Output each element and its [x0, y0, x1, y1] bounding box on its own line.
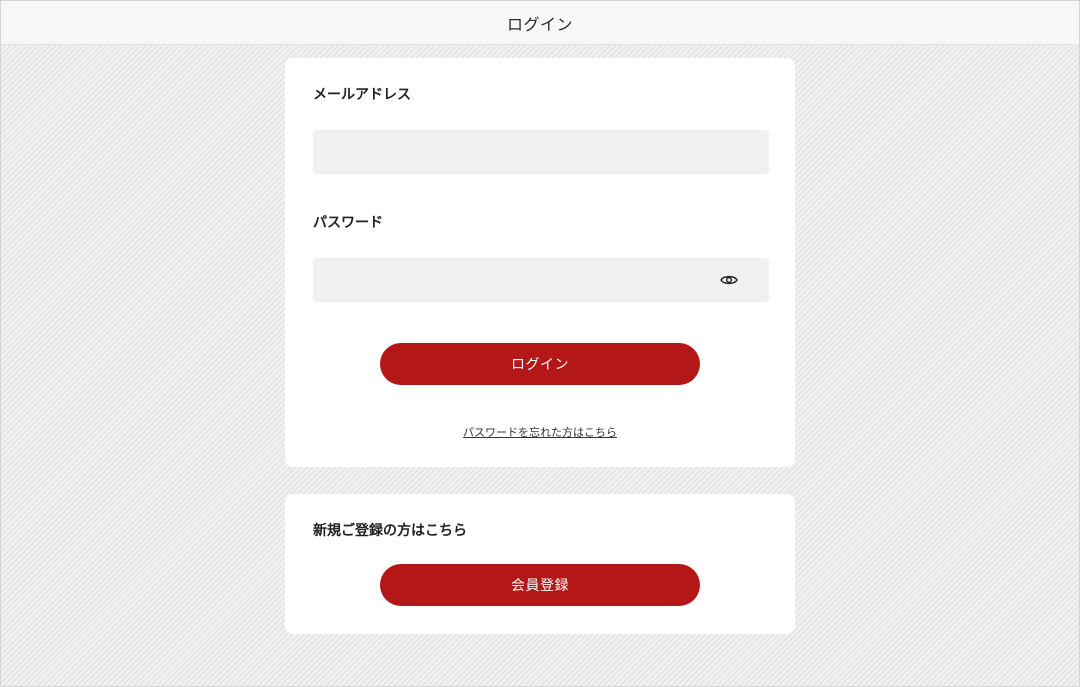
- eye-icon-graphic: [720, 275, 738, 285]
- page-header: ログイン: [1, 1, 1079, 45]
- login-card: メールアドレス パスワード ログイン パスワードを忘れた方はこちら: [285, 58, 795, 467]
- register-button[interactable]: 会員登録: [380, 564, 700, 606]
- password-label: パスワード: [313, 215, 383, 231]
- app-frame: ログイン メールアドレス パスワード ログイン パスワードを忘れた方はこちら 新…: [0, 0, 1080, 687]
- password-input[interactable]: [313, 258, 769, 302]
- email-input[interactable]: [313, 130, 769, 174]
- eye-icon[interactable]: [717, 268, 741, 292]
- forgot-password-row: パスワードを忘れた方はこちら: [285, 424, 795, 440]
- forgot-password-link[interactable]: パスワードを忘れた方はこちら: [463, 426, 617, 439]
- page-title: ログイン: [506, 14, 573, 34]
- email-label: メールアドレス: [313, 87, 411, 103]
- login-button[interactable]: ログイン: [380, 343, 700, 385]
- register-card: 新規ご登録の方はこちら 会員登録: [285, 494, 795, 634]
- register-heading: 新規ご登録の方はこちら: [313, 523, 467, 539]
